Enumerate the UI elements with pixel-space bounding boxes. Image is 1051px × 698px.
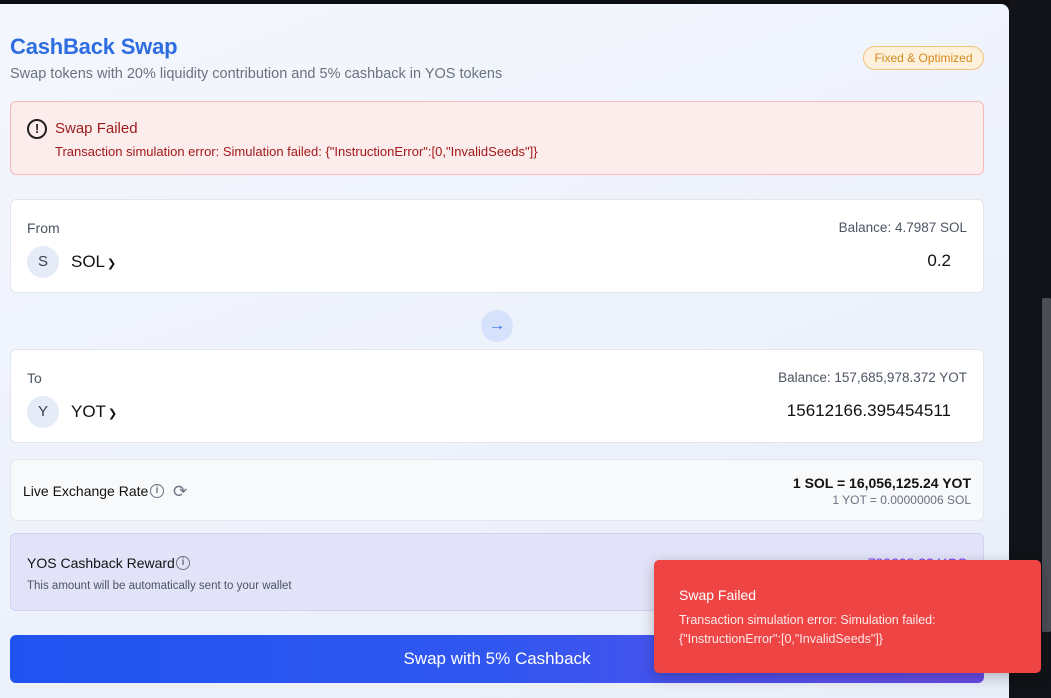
from-label: From [27, 220, 60, 236]
to-label: To [27, 370, 42, 386]
exchange-rate-inverse: 1 YOT = 0.00000006 SOL [832, 493, 971, 507]
exchange-rate-main: 1 SOL = 16,056,125.24 YOT [792, 475, 971, 491]
to-token-icon: Y [27, 396, 59, 428]
from-amount-input[interactable]: 0.2 [927, 251, 951, 271]
to-balance: Balance: 157,685,978.372 YOT [778, 370, 967, 385]
alert-circle-icon: ! [27, 119, 47, 139]
arrow-right-icon: → [489, 317, 505, 334]
alert-title: Swap Failed [55, 120, 138, 137]
error-toast[interactable]: Swap Failed Transaction simulation error… [654, 560, 1041, 673]
to-amount-input[interactable]: 15612166.395454511 [787, 401, 951, 421]
to-token-name: YOT [71, 402, 106, 421]
page-title: CashBack Swap [10, 34, 178, 59]
page-subtitle: Swap tokens with 20% liquidity contribut… [10, 66, 503, 82]
info-icon[interactable]: i [176, 556, 190, 570]
to-token-select[interactable]: YOT ❯ [71, 402, 117, 422]
from-balance: Balance: 4.7987 SOL [838, 220, 967, 235]
cashback-title: YOS Cashback Reward [27, 555, 175, 571]
chevron-down-icon: ❯ [107, 258, 117, 270]
exchange-rate-panel: Live Exchange Rate i ⟳ 1 SOL = 16,056,12… [10, 459, 984, 521]
error-alert: ! Swap Failed Transaction simulation err… [10, 101, 984, 175]
window-scrollbar-thumb[interactable] [1042, 298, 1051, 632]
from-token-icon: S [27, 246, 59, 278]
from-panel: From Balance: 4.7987 SOL S SOL ❯ 0.2 [10, 199, 984, 293]
refresh-icon[interactable]: ⟳ [173, 482, 187, 502]
alert-message: Transaction simulation error: Simulation… [55, 144, 538, 159]
info-icon[interactable]: i [150, 484, 164, 498]
from-token-select[interactable]: SOL ❯ [71, 252, 116, 272]
cashback-subtitle: This amount will be automatically sent t… [27, 580, 292, 592]
to-panel: To Balance: 157,685,978.372 YOT Y YOT ❯ 1… [10, 349, 984, 443]
swap-direction-button[interactable]: → [481, 310, 513, 342]
toast-title: Swap Failed [679, 587, 757, 603]
from-token-name: SOL [71, 252, 106, 271]
exchange-rate-label: Live Exchange Rate [23, 483, 149, 499]
toast-message: Transaction simulation error: Simulation… [679, 613, 936, 646]
status-badge: Fixed & Optimized [863, 46, 984, 70]
chevron-down-icon: ❯ [107, 408, 118, 420]
